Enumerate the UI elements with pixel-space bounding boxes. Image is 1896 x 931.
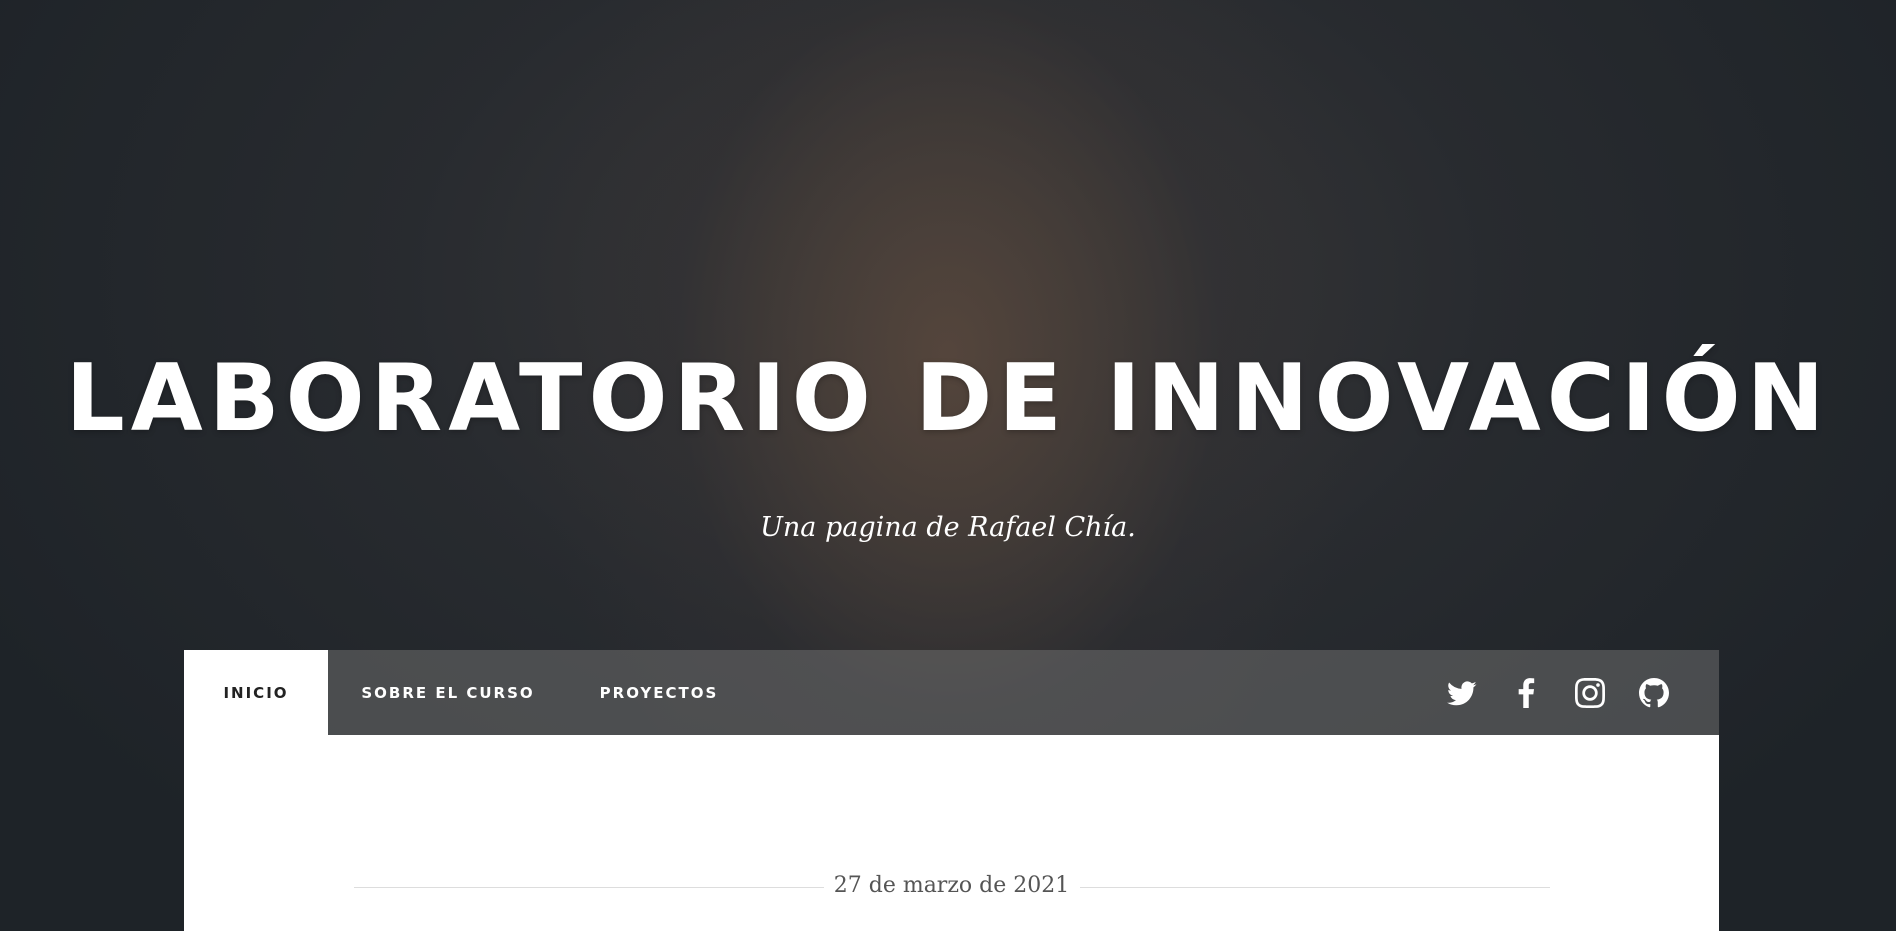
date-divider-right	[1080, 887, 1550, 888]
site-title: LABORATORIO DE INNOVACIÓN	[65, 344, 1831, 452]
instagram-icon	[1575, 677, 1605, 708]
post-content: 27 de marzo de 2021	[184, 735, 1719, 931]
github-link[interactable]	[1634, 650, 1674, 735]
facebook-link[interactable]	[1506, 650, 1546, 735]
main-navbar: INICIO SOBRE EL CURSO PROYECTOS	[184, 650, 1719, 735]
facebook-icon	[1518, 677, 1535, 708]
main-panel: INICIO SOBRE EL CURSO PROYECTOS 27 de ma…	[184, 650, 1719, 931]
nav-item-proyectos[interactable]: PROYECTOS	[568, 650, 750, 735]
nav-item-sobre-el-curso[interactable]: SOBRE EL CURSO	[328, 650, 568, 735]
site-subtitle: Una pagina de Rafael Chía.	[760, 512, 1136, 543]
github-icon	[1639, 677, 1669, 707]
nav-item-inicio[interactable]: INICIO	[184, 650, 328, 735]
instagram-link[interactable]	[1570, 650, 1610, 735]
twitter-icon	[1447, 680, 1477, 705]
twitter-link[interactable]	[1442, 650, 1482, 735]
